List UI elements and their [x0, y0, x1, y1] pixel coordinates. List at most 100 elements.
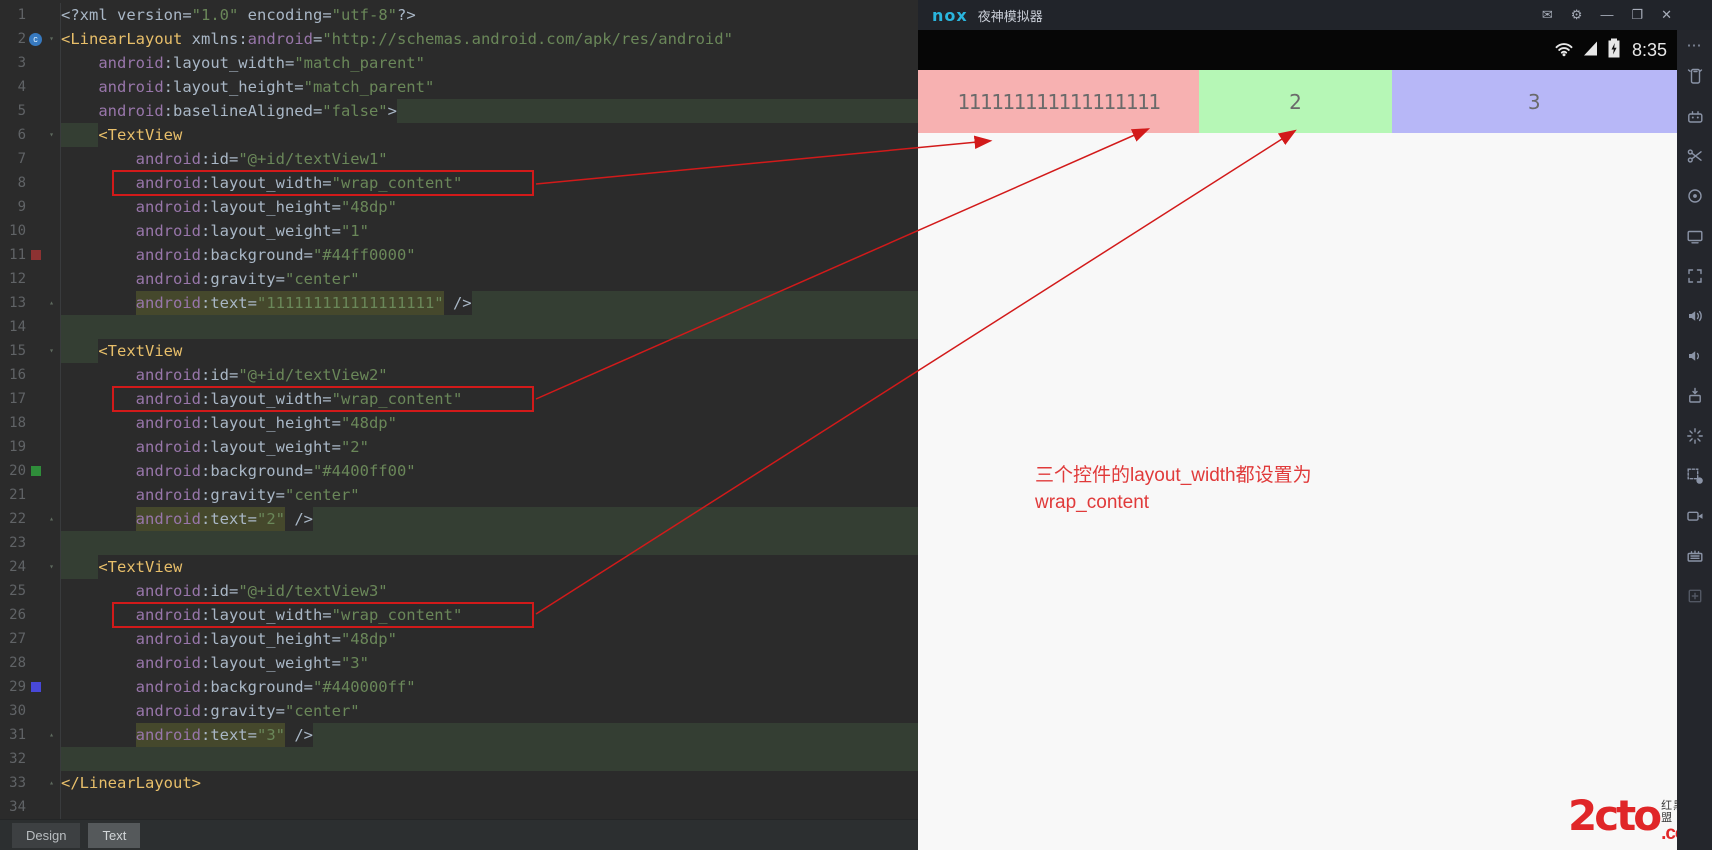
code-line-27[interactable]: 27 android:layout_height= "48dp": [0, 627, 918, 651]
code-line-1[interactable]: 1 <?xml version= "1.0" encoding= "utf-8" ?>: [0, 3, 918, 27]
code-line-34[interactable]: 34: [0, 795, 918, 819]
add-more-icon[interactable]: [1685, 576, 1705, 616]
gutter: 5: [0, 99, 61, 123]
fold-open-icon[interactable]: ▾: [45, 27, 58, 51]
code-line-7[interactable]: 7 android:id= "@+id/textView1": [0, 147, 918, 171]
fold-open-icon[interactable]: ▾: [45, 123, 58, 147]
code-line-22[interactable]: 22 ▴ android:text= "2" />: [0, 507, 918, 531]
code-line-24[interactable]: 24 ▾ <TextView: [0, 555, 918, 579]
code-line-3[interactable]: 3 android:layout_width= "match_parent": [0, 51, 918, 75]
video-record-icon[interactable]: [1685, 496, 1705, 536]
virtual-key-robot-icon[interactable]: [1685, 96, 1705, 136]
battery-icon: [1605, 37, 1623, 64]
code-line-8[interactable]: 8 android:layout_width= "wrap_content": [0, 171, 918, 195]
fold-end-icon[interactable]: ▴: [45, 723, 58, 747]
apk-install-icon[interactable]: [1685, 376, 1705, 416]
gutter: 21: [0, 483, 61, 507]
textview-block-1[interactable]: 111111111111111111: [918, 70, 1200, 133]
line-number: 20: [9, 463, 26, 479]
volume-up-icon[interactable]: [1685, 296, 1705, 336]
color-preview-swatch[interactable]: [30, 466, 41, 476]
fold-open-icon[interactable]: ▾: [45, 339, 58, 363]
fold-end-icon[interactable]: ▴: [45, 291, 58, 315]
code-line-15[interactable]: 15 ▾ <TextView: [0, 339, 918, 363]
gutter: 13 ▴: [0, 291, 61, 315]
line-number: 25: [9, 583, 26, 599]
code-line-10[interactable]: 10 android:layout_weight= "1": [0, 219, 918, 243]
fold-end-icon[interactable]: ▴: [45, 507, 58, 531]
gutter: 15 ▾: [0, 339, 61, 363]
settings-gear-icon[interactable]: ⚙: [1571, 0, 1583, 30]
keyboard-mapping-icon[interactable]: [1685, 536, 1705, 576]
gutter: 28: [0, 651, 61, 675]
tab-design[interactable]: Design: [12, 823, 81, 848]
watermark-2cto: 2cto 红黑联盟 .com: [1568, 795, 1677, 844]
emulator-screen[interactable]: 111111111111111111 2 3 三个控件的layout_width都设…: [918, 70, 1677, 850]
code-line-5[interactable]: 5 android:baselineAligned= "false" >: [0, 99, 918, 123]
gutter: 27: [0, 627, 61, 651]
nox-side-toolbar: ⋯: [1677, 30, 1712, 850]
minimize-icon[interactable]: —: [1600, 0, 1613, 30]
gutter: 18: [0, 411, 61, 435]
nox-emulator-window: nox 夜神模拟器 ✉ ⚙ — ❐ ✕ 8:35 111111111111111…: [918, 0, 1712, 850]
code-line-32[interactable]: 32: [0, 747, 918, 771]
operation-macro-icon[interactable]: [1685, 456, 1705, 496]
textview-block-2[interactable]: 2: [1199, 70, 1392, 133]
code-line-26[interactable]: 26 android:layout_width= "wrap_content": [0, 603, 918, 627]
code-line-16[interactable]: 16 android:id= "@+id/textView2": [0, 363, 918, 387]
code-line-18[interactable]: 18 android:layout_height= "48dp": [0, 411, 918, 435]
editor-tab-bar: Design Text: [0, 819, 918, 850]
gutter: 8: [0, 171, 61, 195]
code-line-14[interactable]: 14: [0, 315, 918, 339]
location-icon[interactable]: [1685, 176, 1705, 216]
textview-block-3[interactable]: 3: [1391, 70, 1677, 133]
gutter: 24 ▾: [0, 555, 61, 579]
fold-open-icon[interactable]: ▾: [45, 555, 58, 579]
code-line-6[interactable]: 6 ▾ <TextView: [0, 123, 918, 147]
code-line-20[interactable]: 20 android:background= "#4400ff00": [0, 459, 918, 483]
code-editor[interactable]: 1 <?xml version= "1.0" encoding= "utf-8" ?> 2…: [0, 0, 918, 850]
code-line-9[interactable]: 9 android:layout_height= "48dp": [0, 195, 918, 219]
virtual-screen-icon[interactable]: [1685, 216, 1705, 256]
close-icon[interactable]: ✕: [1661, 0, 1672, 30]
line-number: 10: [9, 223, 26, 239]
code-line-33[interactable]: 33 ▴ </LinearLayout>: [0, 771, 918, 795]
window-title: 夜神模拟器: [977, 8, 1043, 24]
gutter: 16: [0, 363, 61, 387]
code-line-31[interactable]: 31 ▴ android:text= "3" />: [0, 723, 918, 747]
line-number: 5: [17, 103, 26, 119]
emulator-title-bar: nox 夜神模拟器 ✉ ⚙ — ❐ ✕: [918, 0, 1712, 30]
code-line-25[interactable]: 25 android:id= "@+id/textView3": [0, 579, 918, 603]
line-number: 33: [9, 775, 26, 791]
more-menu-icon[interactable]: ⋯: [1687, 36, 1703, 56]
code-line-2[interactable]: 2 c ▾ <LinearLayout xmlns: android = "http://s…: [0, 27, 918, 51]
code-line-29[interactable]: 29 android:background= "#440000ff": [0, 675, 918, 699]
fold-end-icon[interactable]: ▴: [45, 771, 58, 795]
shake-phone-icon[interactable]: [1685, 56, 1705, 96]
code-line-21[interactable]: 21 android:gravity= "center": [0, 483, 918, 507]
code-line-4[interactable]: 4 android:layout_height= "match_parent": [0, 75, 918, 99]
code-line-30[interactable]: 30 android:gravity= "center": [0, 699, 918, 723]
shake-icon[interactable]: [1685, 416, 1705, 456]
code-line-12[interactable]: 12 android:gravity= "center": [0, 267, 918, 291]
code-line-23[interactable]: 23: [0, 531, 918, 555]
tab-text[interactable]: Text: [88, 823, 141, 848]
code-line-28[interactable]: 28 android:layout_weight= "3": [0, 651, 918, 675]
mail-icon[interactable]: ✉: [1542, 0, 1553, 30]
fullscreen-icon[interactable]: [1685, 256, 1705, 296]
gutter: 22 ▴: [0, 507, 61, 531]
line-number: 9: [17, 199, 26, 215]
code-line-13[interactable]: 13 ▴ android:text= "111111111111111111" />: [0, 291, 918, 315]
maximize-icon[interactable]: ❐: [1631, 0, 1643, 30]
code-line-11[interactable]: 11 android:background= "#44ff0000": [0, 243, 918, 267]
screenshot-scissors-icon[interactable]: [1685, 136, 1705, 176]
component-gutter-icon[interactable]: c: [29, 32, 42, 46]
annotation-line-2: wrap_content: [1035, 492, 1150, 513]
volume-down-icon[interactable]: [1685, 336, 1705, 376]
code-lines[interactable]: 1 <?xml version= "1.0" encoding= "utf-8" ?> 2…: [0, 0, 918, 819]
color-preview-swatch[interactable]: [30, 250, 41, 260]
gutter: 12: [0, 267, 61, 291]
code-line-19[interactable]: 19 android:layout_weight= "2": [0, 435, 918, 459]
color-preview-swatch[interactable]: [30, 682, 41, 692]
code-line-17[interactable]: 17 android:layout_width= "wrap_content": [0, 387, 918, 411]
